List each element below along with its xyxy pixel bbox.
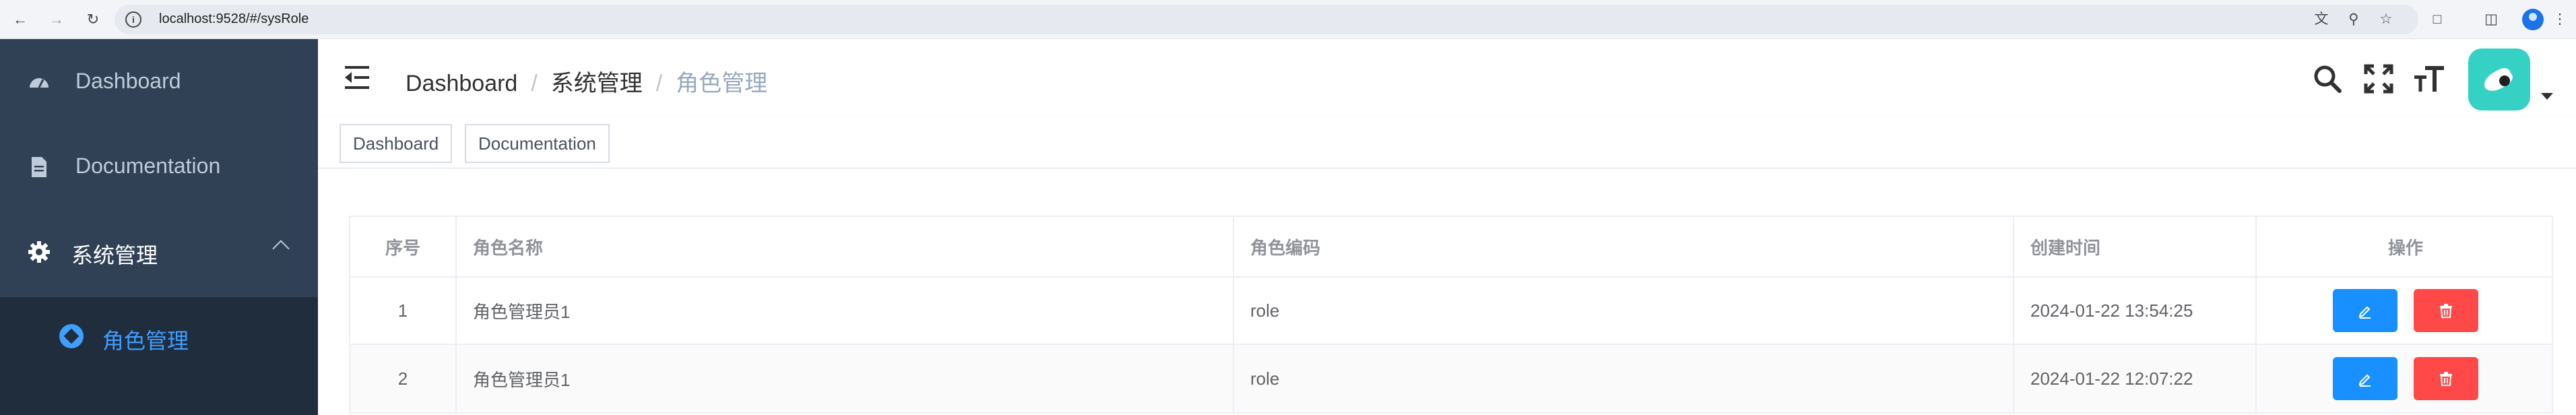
edit-icon [2358, 306, 2371, 319]
translate-icon[interactable]: 文 [2311, 9, 2332, 30]
delete-button[interactable] [2414, 289, 2478, 332]
tags-view: Dashboard Documentation [318, 117, 2576, 168]
dashboard-icon [30, 78, 49, 88]
sidebar-item-label: Dashboard [75, 69, 181, 93]
caret-down-icon[interactable] [2541, 93, 2553, 100]
sidebar: Dashboard Documentation 系统管理 角色管理 [0, 39, 318, 415]
delete-icon [2440, 304, 2452, 318]
role-name: 角色管理员1 [457, 278, 1234, 344]
reload-icon[interactable]: ↻ [82, 9, 104, 30]
table-row: 2 角色管理员1 role 2024-01-22 12:07:22 [350, 345, 2552, 412]
breadcrumb-item-current: 角色管理 [676, 71, 768, 96]
table-header: 序号 角色名称 角色编码 创建时间 操作 [350, 217, 2552, 278]
breadcrumb-item-dashboard[interactable]: Dashboard [406, 71, 517, 96]
sidebar-item-label: 系统管理 [71, 243, 158, 267]
column-header: 角色名称 [457, 217, 1234, 276]
column-header: 创建时间 [2014, 217, 2257, 276]
document-icon [32, 157, 46, 177]
avatar[interactable] [2468, 49, 2530, 110]
sidebar-item-role-management[interactable]: 角色管理 [0, 297, 318, 375]
sidebar-submenu: 角色管理 [0, 297, 318, 415]
bookmark-star-icon[interactable]: ☆ [2375, 9, 2397, 30]
edit-button[interactable] [2333, 357, 2397, 400]
delete-icon [2440, 372, 2452, 386]
sidebar-item-system-management[interactable]: 系统管理 [0, 209, 318, 294]
url-text: localhost:9528/#/sysRole [159, 11, 309, 26]
navbar: Dashboard / 系统管理 / 角色管理 [318, 39, 2576, 117]
created-time: 2024-01-22 12:07:22 [2014, 345, 2257, 412]
breadcrumb-item-system-management[interactable]: 系统管理 [551, 71, 643, 96]
sidebar-item-label: Documentation [75, 154, 221, 178]
sidebar-item-label: 角色管理 [102, 329, 189, 353]
created-time: 2024-01-22 13:54:25 [2014, 278, 2257, 344]
chevron-up-icon [272, 240, 290, 257]
edit-icon [2358, 374, 2371, 387]
sidebar-item-documentation[interactable]: Documentation [0, 124, 318, 209]
main-content: 序号 角色名称 角色编码 创建时间 操作 1 角色管理员1 role 2024-… [318, 168, 2576, 415]
hamburger-icon[interactable] [345, 66, 372, 89]
gear-icon [28, 241, 50, 263]
breadcrumb: Dashboard / 系统管理 / 角色管理 [406, 65, 767, 98]
tag-documentation[interactable]: Documentation [465, 124, 610, 163]
zoom-icon[interactable]: ⚲ [2343, 9, 2364, 30]
edit-button[interactable] [2333, 289, 2397, 332]
role-table: 序号 角色名称 角色编码 创建时间 操作 1 角色管理员1 role 2024-… [349, 216, 2553, 414]
role-icon [59, 324, 84, 348]
extensions-icon[interactable]: □ [2426, 9, 2448, 30]
sidebar-item-dashboard[interactable]: Dashboard [0, 39, 318, 124]
address-bar[interactable]: i localhost:9528/#/sysRole [115, 5, 2418, 34]
role-code: role [1234, 345, 2014, 412]
role-code: role [1234, 278, 2014, 344]
table-row: 1 角色管理员1 role 2024-01-22 13:54:25 [350, 278, 2552, 345]
delete-button[interactable] [2414, 357, 2478, 400]
fullscreen-icon[interactable] [2362, 62, 2395, 96]
tag-dashboard[interactable]: Dashboard [340, 124, 453, 163]
breadcrumb-separator: / [531, 71, 538, 96]
back-icon[interactable]: ← [9, 9, 31, 30]
row-index: 2 [350, 345, 457, 412]
site-info-icon[interactable]: i [125, 11, 141, 28]
column-header: 角色编码 [1234, 217, 2014, 276]
side-panel-icon[interactable]: ◫ [2480, 9, 2502, 30]
breadcrumb-separator: / [655, 71, 663, 96]
menu-icon[interactable]: ⋮ [2549, 9, 2571, 30]
forward-icon[interactable]: → [46, 9, 67, 30]
font-size-icon[interactable] [2413, 62, 2447, 96]
row-index: 1 [350, 278, 457, 344]
row-actions [2257, 278, 2554, 344]
browser-toolbar: ← → ↻ i localhost:9528/#/sysRole 文 ⚲ ☆ □… [0, 0, 2576, 39]
column-header: 序号 [350, 217, 457, 276]
profile-icon[interactable] [2522, 9, 2544, 30]
column-header: 操作 [2387, 237, 2423, 258]
row-actions [2257, 345, 2554, 412]
search-icon[interactable] [2311, 62, 2344, 96]
role-name: 角色管理员1 [457, 345, 1234, 412]
